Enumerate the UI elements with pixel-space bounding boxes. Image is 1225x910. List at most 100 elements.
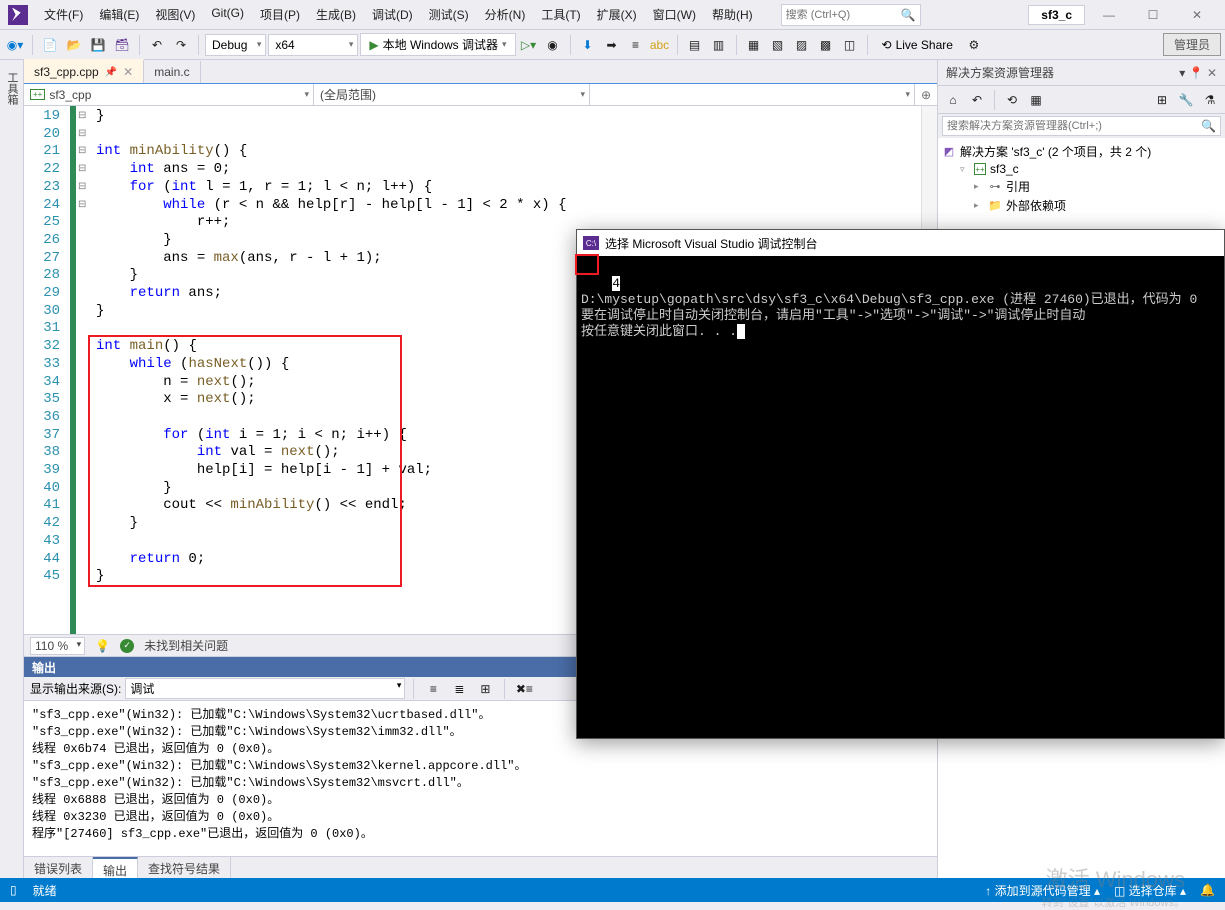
tool-g-button[interactable]: ◫ — [839, 34, 861, 56]
start-no-debug-button[interactable]: ▷▾ — [518, 34, 540, 56]
tool-c-button[interactable]: ▦ — [743, 34, 765, 56]
file-tabs: sf3_cpp.cpp📌✕ main.c — [24, 60, 937, 84]
step-over-button[interactable]: ➡ — [601, 34, 623, 56]
redo-button[interactable]: ↷ — [170, 34, 192, 56]
menu-帮助[interactable]: 帮助(H) — [704, 2, 761, 27]
console-titlebar[interactable]: C:\ 选择 Microsoft Visual Studio 调试控制台 — [577, 230, 1224, 256]
status-icon: ▯ — [10, 883, 17, 897]
tab-sf3-cpp[interactable]: sf3_cpp.cpp📌✕ — [24, 59, 144, 83]
solution-title: 解决方案资源管理器 ▾ 📍 ✕ — [938, 60, 1225, 86]
debug-console-window[interactable]: C:\ 选择 Microsoft Visual Studio 调试控制台 4 D… — [576, 229, 1225, 739]
ref-icon: ⊶ — [988, 180, 1002, 194]
bell-icon[interactable]: 🔔 — [1200, 883, 1215, 897]
menu-生成[interactable]: 生成(B) — [308, 2, 364, 27]
maximize-button[interactable]: ☐ — [1133, 1, 1173, 29]
tab-symbols[interactable]: 查找符号结果 — [138, 857, 231, 878]
tool-d-button[interactable]: ▧ — [767, 34, 789, 56]
out-clear-button[interactable]: ✖≡ — [513, 678, 535, 700]
solution-root[interactable]: ◩解决方案 'sf3_c' (2 个项目，共 2 个) — [942, 142, 1221, 161]
search-input[interactable] — [786, 9, 901, 21]
sol-filter-button[interactable]: ⚗ — [1199, 89, 1221, 111]
menu-窗口[interactable]: 窗口(W) — [645, 2, 704, 27]
sol-home-button[interactable]: ⌂ — [942, 89, 964, 111]
console-body[interactable]: 4 D:\mysetup\gopath\src\dsy\sf3_c\x64\De… — [577, 256, 1224, 360]
solution-search-input[interactable] — [947, 120, 1201, 132]
out-btn-1[interactable]: ≡ — [422, 678, 444, 700]
dropdown-icon[interactable]: ▾ — [1179, 66, 1185, 80]
menu-视图[interactable]: 视图(V) — [147, 2, 203, 27]
search-box[interactable]: 🔍 — [781, 4, 921, 26]
out-btn-3[interactable]: ⊞ — [474, 678, 496, 700]
scope-combo[interactable]: ++sf3_cpp — [24, 84, 314, 105]
main-menu: 文件(F)编辑(E)视图(V)Git(G)项目(P)生成(B)调试(D)测试(S… — [36, 2, 761, 27]
sol-back-button[interactable]: ↶ — [966, 89, 988, 111]
undo-button[interactable]: ↶ — [146, 34, 168, 56]
split-icon[interactable]: ⊕ — [915, 84, 937, 105]
tool-e-button[interactable]: ▨ — [791, 34, 813, 56]
live-share-button[interactable]: ⟲ Live Share — [874, 36, 961, 54]
title-bar: 文件(F)编辑(E)视图(V)Git(G)项目(P)生成(B)调试(D)测试(S… — [0, 0, 1225, 30]
solution-toolbar: ⌂ ↶ ⟲ ▦ ⊞ 🔧 ⚗ — [938, 86, 1225, 114]
pin-icon[interactable]: 📍 — [1189, 66, 1204, 80]
close-button[interactable]: ✕ — [1177, 1, 1217, 29]
platform-combo[interactable]: x64 — [268, 34, 358, 56]
menu-编辑[interactable]: 编辑(E) — [91, 2, 147, 27]
config-combo[interactable]: Debug — [205, 34, 266, 56]
zoom-combo[interactable]: 110 % — [30, 637, 85, 655]
output-source-combo[interactable]: 调试 — [125, 678, 405, 699]
highlight-box — [88, 335, 402, 587]
sol-wrench-button[interactable]: 🔧 — [1175, 89, 1197, 111]
out-btn-2[interactable]: ≣ — [448, 678, 470, 700]
context-combo[interactable]: (全局范围) — [314, 84, 590, 105]
expand-icon[interactable]: ▸ — [974, 181, 984, 192]
comment-button[interactable]: abc — [649, 34, 671, 56]
close-icon[interactable]: ✕ — [1207, 66, 1217, 80]
sol-view-button[interactable]: ⊞ — [1151, 89, 1173, 111]
menu-git[interactable]: Git(G) — [203, 2, 252, 27]
tool-b-button[interactable]: ▥ — [708, 34, 730, 56]
project-icon: ++ — [974, 163, 986, 175]
admin-badge: 管理员 — [1163, 33, 1221, 56]
apps-button[interactable]: ◉ — [542, 34, 564, 56]
start-debug-button[interactable]: ▶本地 Windows 调试器▾ — [360, 33, 515, 56]
tree-item[interactable]: ▸📁外部依赖项 — [942, 196, 1221, 215]
menu-测试[interactable]: 测试(S) — [421, 2, 477, 27]
pin-icon[interactable]: 📌 — [105, 67, 117, 78]
minimize-button[interactable]: — — [1089, 1, 1129, 29]
menu-扩展[interactable]: 扩展(X) — [589, 2, 645, 27]
outline-button[interactable]: ≡ — [625, 34, 647, 56]
close-icon[interactable]: ✕ — [123, 65, 133, 79]
solution-search[interactable]: 🔍 — [942, 116, 1221, 136]
new-button[interactable]: 📄 — [39, 34, 61, 56]
bulb-icon[interactable]: 💡 — [95, 639, 110, 653]
settings-button[interactable]: ⚙ — [963, 34, 985, 56]
expand-icon[interactable]: ▿ — [960, 164, 970, 175]
menu-调试[interactable]: 调试(D) — [364, 2, 421, 27]
member-combo[interactable] — [590, 84, 915, 105]
save-all-button[interactable]: 🗃 — [111, 34, 133, 56]
tool-a-button[interactable]: ▤ — [684, 34, 706, 56]
project-name: sf3_c — [1028, 5, 1085, 25]
tab-main-c[interactable]: main.c — [144, 61, 200, 83]
sol-tool-button[interactable]: ▦ — [1025, 89, 1047, 111]
line-numbers: 19 20 21 22 23 24 25 26 27 28 29 30 31 3… — [24, 106, 70, 634]
nav-bar: ++sf3_cpp (全局范围) ⊕ — [24, 84, 937, 106]
tab-errors[interactable]: 错误列表 — [24, 857, 93, 878]
menu-项目[interactable]: 项目(P) — [252, 2, 308, 27]
tree-item[interactable]: ▸⊶引用 — [942, 177, 1221, 196]
tree-item[interactable]: ▿++sf3_c — [942, 161, 1221, 177]
sol-sync-button[interactable]: ⟲ — [1001, 89, 1023, 111]
tool-f-button[interactable]: ▩ — [815, 34, 837, 56]
cursor — [737, 324, 745, 339]
menu-分析[interactable]: 分析(N) — [477, 2, 534, 27]
toolbox-tab[interactable]: 工具箱 — [0, 64, 24, 878]
save-button[interactable]: 💾 — [87, 34, 109, 56]
open-button[interactable]: 📂 — [63, 34, 85, 56]
step-button[interactable]: ⬇ — [577, 34, 599, 56]
expand-icon[interactable]: ▸ — [974, 200, 984, 211]
nav-back-button[interactable]: ◉▾ — [4, 34, 26, 56]
tab-output[interactable]: 输出 — [93, 857, 138, 878]
menu-文件[interactable]: 文件(F) — [36, 2, 91, 27]
menu-工具[interactable]: 工具(T) — [533, 2, 588, 27]
console-icon: C:\ — [583, 236, 599, 250]
